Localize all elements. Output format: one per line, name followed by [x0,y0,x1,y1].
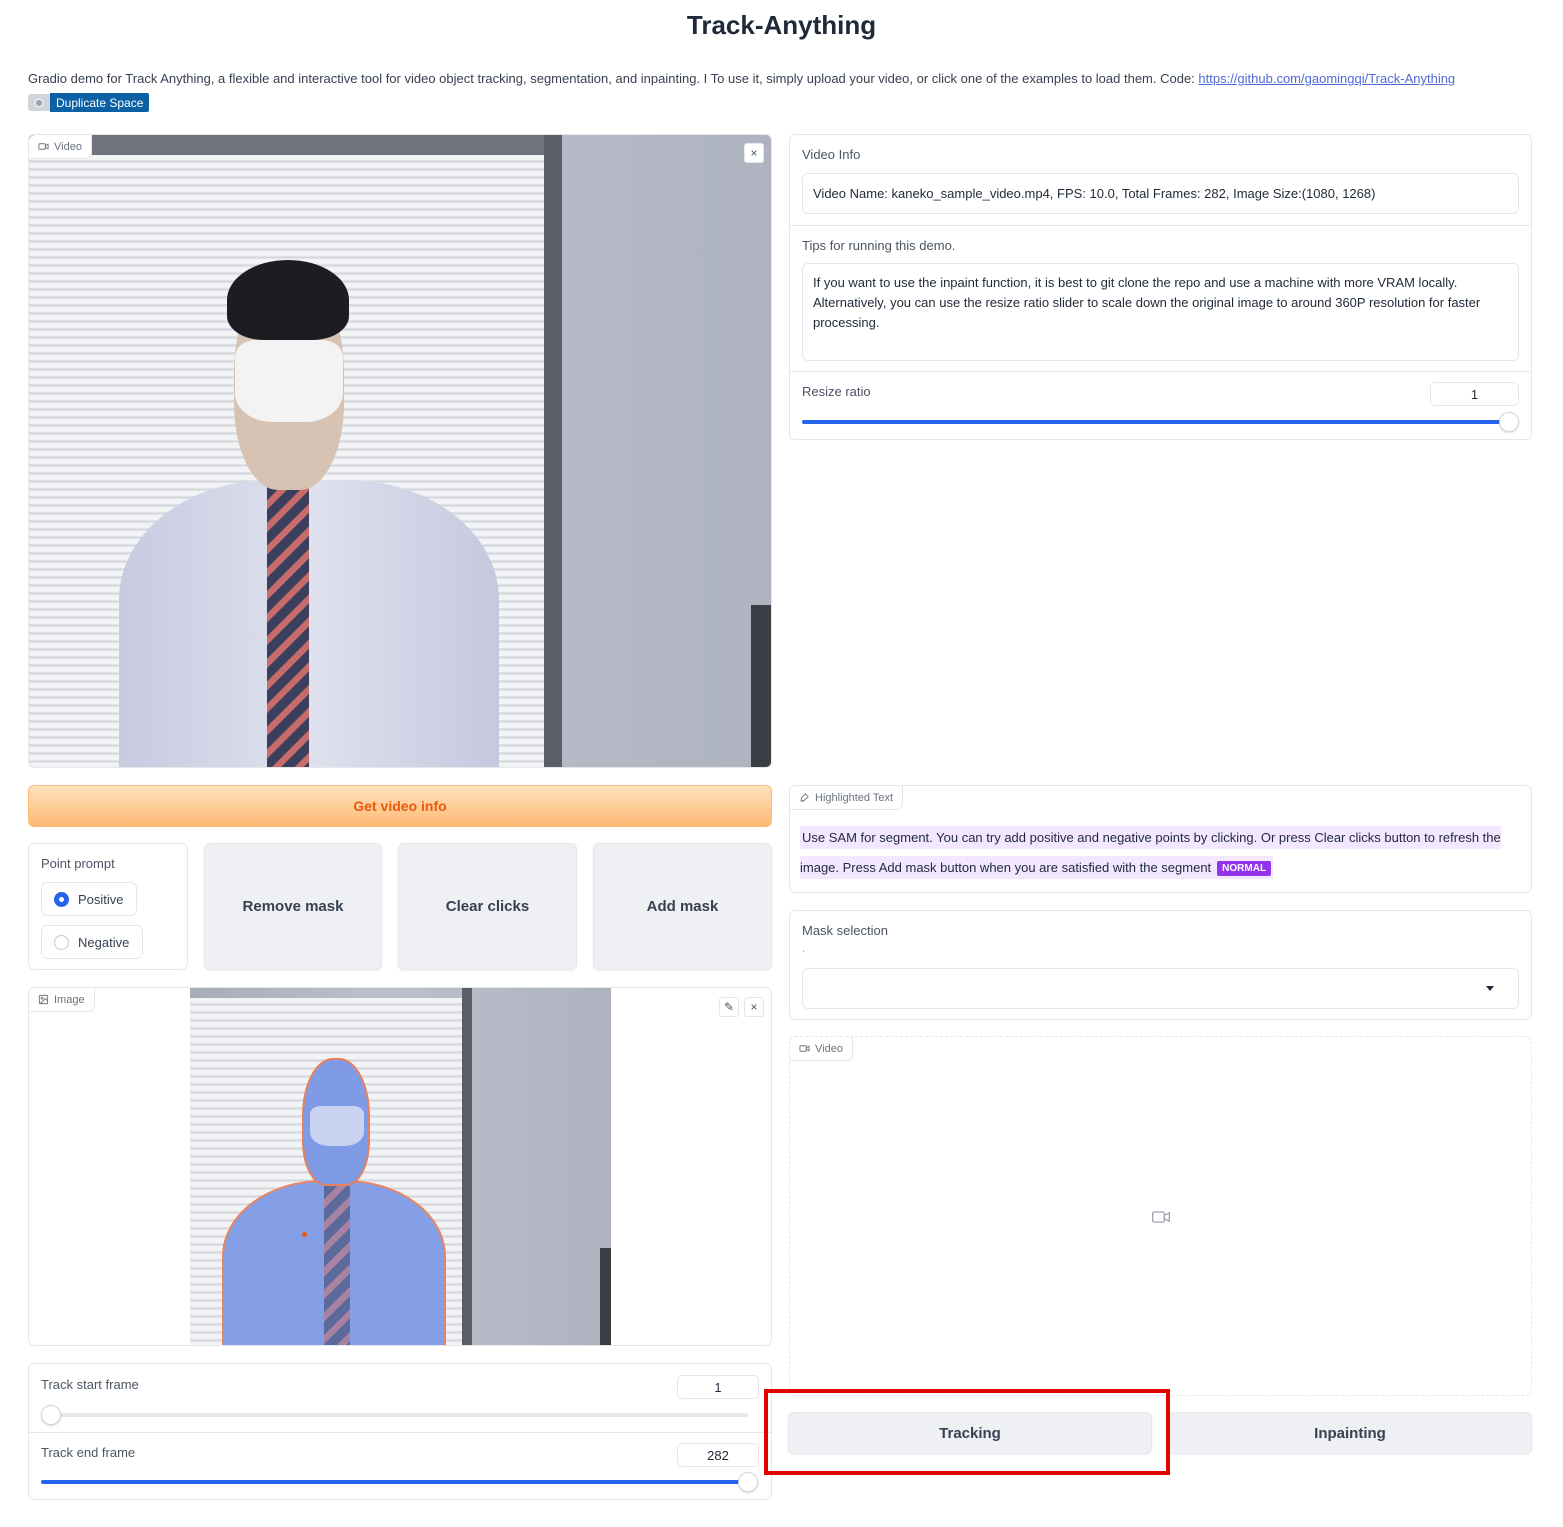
track-start-slider-thumb[interactable] [41,1405,61,1425]
tips-field[interactable]: If you want to use the inpaint function,… [802,263,1519,361]
image-icon [38,994,49,1005]
pencil-icon[interactable]: ✎ [719,997,739,1017]
highlighted-text-panel: Highlighted Text Use SAM for segment. Yo… [789,785,1532,893]
tracking-highlight-box [764,1389,1170,1475]
track-start-label: Track start frame [41,1377,139,1392]
track-end-slider-thumb[interactable] [738,1472,758,1492]
video-input-panel[interactable]: Video × [28,134,772,768]
point-prompt-panel: Point prompt Positive Negative [28,843,188,970]
video-frame[interactable] [29,135,771,767]
image-label: Image [29,988,95,1012]
highlighted-text-content: Use SAM for segment. You can try add pos… [800,823,1522,883]
add-mask-button[interactable]: Add mask [593,843,772,970]
video-output-label: Video [790,1037,853,1061]
point-prompt-label: Point prompt [41,856,115,871]
video-close-icon[interactable]: × [744,143,764,163]
highlighted-text-label: Highlighted Text [790,786,904,810]
radio-positive[interactable]: Positive [41,882,137,916]
page-title: Track-Anything [686,10,877,40]
track-end-slider[interactable] [41,1472,758,1492]
video-info-field[interactable]: Video Name: kaneko_sample_video.mp4, FPS… [802,173,1519,214]
radio-positive-indicator [54,891,69,907]
mask-selection-label: Mask selection [802,923,888,938]
resize-ratio-input[interactable]: 1 [1430,382,1519,406]
description-text: Gradio demo for Track Anything, a flexib… [28,71,1199,86]
highlighted-span: Use SAM for segment. You can try add pos… [800,826,1501,879]
resize-ratio-slider-fill [802,420,1509,424]
info-panel: Video Info Video Name: kaneko_sample_vid… [789,134,1532,440]
radio-negative[interactable]: Negative [41,925,143,959]
track-start-input[interactable]: 1 [677,1375,759,1399]
video-info-label: Video Info [802,147,861,162]
mask-selection-panel: Mask selection . [789,910,1532,1020]
inpainting-button[interactable]: Inpainting [1168,1412,1532,1454]
image-panel[interactable]: Image ✎ × [28,987,772,1346]
video-input-label: Video [29,135,92,159]
segmentation-image[interactable] [190,988,611,1345]
resize-ratio-slider[interactable] [802,412,1519,432]
tips-label: Tips for running this demo. [802,238,956,253]
track-end-input[interactable]: 282 [677,1443,759,1467]
duplicate-space-badge[interactable]: Duplicate Space [28,93,150,112]
video-output-panel[interactable]: Video [789,1036,1532,1396]
video-placeholder-icon [1152,1211,1170,1223]
resize-ratio-slider-thumb[interactable] [1499,412,1519,432]
chevron-down-icon [1486,986,1494,991]
resize-ratio-label: Resize ratio [802,384,871,399]
track-frames-panel: Track start frame 1 Track end frame 282 [28,1363,772,1500]
track-end-slider-fill [41,1480,748,1484]
get-video-info-button[interactable]: Get video info [28,785,772,827]
mask-selection-dropdown[interactable] [802,968,1519,1009]
click-point [302,1232,307,1237]
video-camera-icon [38,143,49,150]
highlight-icon [800,793,809,802]
remove-mask-button[interactable]: Remove mask [204,843,382,970]
video-camera-icon [799,1045,810,1052]
mask-selection-hint: . [802,943,806,955]
duplicate-space-button[interactable]: Duplicate Space [50,93,150,112]
clear-clicks-button[interactable]: Clear clicks [398,843,577,970]
radio-negative-indicator [54,934,69,950]
duplicate-icon [28,94,50,111]
image-close-icon[interactable]: × [744,997,764,1017]
track-end-label: Track end frame [41,1445,136,1460]
track-start-slider[interactable] [41,1405,748,1425]
normal-badge: NORMAL [1217,861,1272,876]
page-description: Gradio demo for Track Anything, a flexib… [28,70,1538,88]
code-link[interactable]: https://github.com/gaomingqi/Track-Anyth… [1198,71,1455,86]
